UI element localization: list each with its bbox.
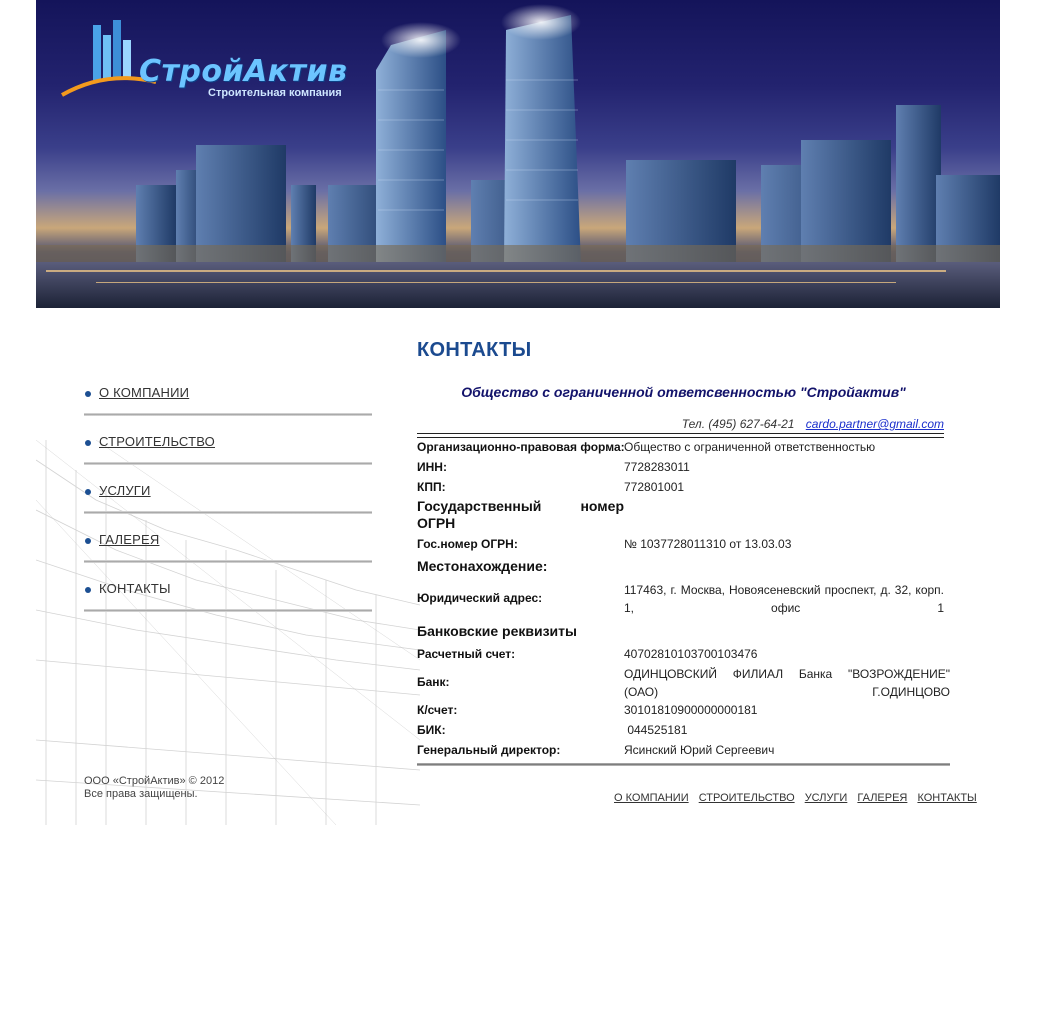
info-label: Банк: — [417, 675, 450, 689]
divider — [84, 511, 372, 514]
city-skyline-image — [36, 4, 1000, 308]
info-label: Расчетный счет: — [417, 647, 516, 661]
copyright-line: ООО «СтройАктив» © 2012 — [84, 775, 225, 787]
footer-link-gallery[interactable]: ГАЛЕРЕЯ — [857, 792, 907, 804]
content-bottom-divider — [417, 763, 950, 766]
sidebar-item-construction[interactable]: СТРОИТЕЛЬСТВО — [84, 425, 372, 474]
info-label: Организационно-правовая форма: — [417, 440, 625, 454]
section-title-location: Местонахождение: — [417, 558, 548, 574]
bullet-icon — [85, 538, 91, 544]
section-title-ogrn-sub: ОГРН — [417, 515, 456, 531]
footer-link-about[interactable]: О КОМПАНИИ — [614, 792, 689, 804]
sidebar-item-contacts[interactable]: КОНТАКТЫ — [84, 572, 372, 621]
sidebar-link-contacts[interactable]: КОНТАКТЫ — [99, 581, 171, 596]
info-value: 117463, г. Москва, Новоясеневский проспе… — [624, 583, 944, 615]
footer-link-services[interactable]: УСЛУГИ — [805, 792, 848, 804]
divider — [84, 560, 372, 563]
info-label: КПП: — [417, 480, 446, 494]
email-link[interactable]: cardo.partner@gmail.com — [806, 417, 944, 431]
logo-wordmark: СтройАктив — [139, 54, 348, 89]
sidebar-link-gallery[interactable]: ГАЛЕРЕЯ — [99, 532, 159, 547]
info-label: К/счет: — [417, 703, 458, 717]
info-value: 044525181 — [624, 723, 688, 737]
info-label: ИНН: — [417, 460, 447, 474]
footer-link-construction[interactable]: СТРОИТЕЛЬСТВО — [699, 792, 795, 804]
info-label: Гос.номер ОГРН: — [417, 537, 518, 551]
sidebar-item-services[interactable]: УСЛУГИ — [84, 474, 372, 523]
divider — [84, 609, 372, 612]
rights-line: Все права защищены. — [84, 788, 198, 800]
info-value: № 1037728011310 от 13.03.03 — [624, 537, 792, 551]
info-value: ОДИНЦОВСКИЙ ФИЛИАЛ Банка "ВОЗРОЖДЕНИЕ" (… — [624, 667, 950, 699]
page-title: КОНТАКТЫ — [417, 339, 532, 361]
copyright: ООО «СтройАктив» © 2012 Все права защище… — [84, 775, 224, 801]
company-name: Общество с ограниченной ответсвенностью … — [461, 384, 906, 400]
double-divider — [417, 433, 944, 438]
footer-link-contacts[interactable]: КОНТАКТЫ — [917, 792, 976, 804]
logo-tagline: Строительная компания — [208, 87, 342, 99]
info-value: 7728283011 — [624, 460, 690, 474]
sidebar-link-construction[interactable]: СТРОИТЕЛЬСТВО — [99, 434, 215, 449]
info-label: Генеральный директор: — [417, 743, 561, 757]
divider — [84, 462, 372, 465]
header-banner: СтройАктив Строительная компания — [36, 0, 1000, 308]
info-label: Юридический адрес: — [417, 591, 543, 605]
footer-nav: О КОМПАНИИ СТРОИТЕЛЬСТВО УСЛУГИ ГАЛЕРЕЯ … — [614, 792, 977, 804]
sidebar-item-gallery[interactable]: ГАЛЕРЕЯ — [84, 523, 372, 572]
bullet-icon — [85, 587, 91, 593]
contact-line: Тел. (495) 627-64-21 cardo.partner@gmail… — [417, 417, 944, 431]
phone-text: Тел. (495) 627-64-21 — [681, 417, 795, 431]
section-title-ogrn: Государственный номер — [417, 498, 624, 514]
bullet-icon — [85, 440, 91, 446]
sidebar-link-services[interactable]: УСЛУГИ — [99, 483, 151, 498]
sidebar-item-about[interactable]: О КОМПАНИИ — [84, 376, 372, 425]
divider — [84, 413, 372, 416]
info-value: Общество с ограниченной ответственностью — [624, 440, 876, 454]
bullet-icon — [85, 489, 91, 495]
info-value: 772801001 — [624, 480, 685, 494]
info-value: 40702810103700103476 — [624, 647, 758, 661]
bullet-icon — [85, 391, 91, 397]
info-label: БИК: — [417, 723, 446, 737]
info-value: 30101810900000000181 — [624, 703, 758, 717]
sidebar-link-about[interactable]: О КОМПАНИИ — [99, 385, 189, 400]
info-value: Ясинский Юрий Сергеевич — [624, 743, 775, 757]
sidebar-nav: О КОМПАНИИ СТРОИТЕЛЬСТВО УСЛУГИ ГАЛЕРЕЯ … — [84, 376, 372, 621]
section-title-bank: Банковские реквизиты — [417, 623, 577, 639]
